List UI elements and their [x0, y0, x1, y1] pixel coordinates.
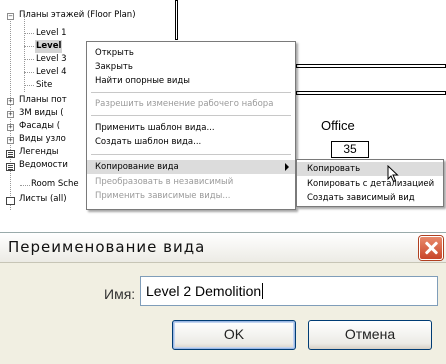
menu-item-label: Копировать с детализацией	[307, 179, 435, 189]
legend-icon	[6, 150, 15, 158]
menu-item-label: Разрешить изменение рабочего набора	[95, 99, 274, 109]
tree-item-label: Level 3	[36, 54, 67, 64]
tree-item-label: Планы этажей (Floor Plan)	[19, 10, 136, 20]
tree-item-label: Виды узло	[19, 134, 66, 144]
tree-item-label: 3M виды (	[19, 108, 64, 118]
dialog-title-bar[interactable]: Переименование вида	[0, 233, 446, 263]
expand-icon[interactable]: +	[7, 98, 14, 105]
menu-item-label: Найти опорные виды	[95, 76, 190, 86]
menu-item-create-view-template[interactable]: Создать шаблон вида...	[87, 135, 295, 149]
expand-icon[interactable]: +	[7, 124, 14, 131]
tree-item-label: Site	[36, 80, 53, 90]
tree-item-label: Листы (all)	[19, 194, 67, 204]
submenu-item-duplicate-with-detailing[interactable]: Копировать с детализацией	[297, 177, 443, 191]
expand-icon[interactable]: +	[7, 111, 14, 118]
menu-item-find-referring-views[interactable]: Найти опорные виды	[87, 74, 295, 88]
menu-item-label: Применить зависимые виды...	[95, 191, 231, 201]
tree-item-label-selected: Level	[35, 40, 63, 53]
tree-connector	[24, 46, 34, 47]
tree-connector	[24, 85, 34, 86]
submenu-arrow-icon	[285, 163, 289, 171]
menu-item-close[interactable]: Закрыть	[87, 60, 295, 74]
tree-item-label: Легенды	[19, 147, 59, 157]
mouse-cursor-icon	[387, 165, 399, 183]
duplicate-view-submenu: Копировать Копировать с детализацией Соз…	[296, 159, 444, 207]
cancel-button[interactable]: Отмена	[308, 320, 432, 350]
tree-item-label: Ведомости	[19, 160, 68, 170]
tree-connector	[24, 14, 25, 92]
tree-connector	[20, 185, 30, 186]
menu-item-label: Копировать	[307, 164, 361, 174]
menu-separator	[91, 154, 291, 155]
menu-item-apply-dependent-views: Применить зависимые виды...	[87, 189, 295, 203]
menu-separator	[91, 92, 291, 93]
menu-item-label: Открыть	[95, 48, 134, 58]
tree-connector	[24, 33, 34, 34]
dialog-title: Переименование вида	[8, 238, 206, 256]
ok-button[interactable]: OK	[172, 320, 296, 350]
tree-item-label: Room Sche	[31, 179, 79, 189]
tree-item-label: Фасады (	[19, 121, 61, 131]
menu-item-make-workset-editable: Разрешить изменение рабочего набора	[87, 97, 295, 111]
wall	[296, 91, 446, 95]
text-caret	[262, 283, 264, 299]
name-input[interactable]: Level 2 Demolition	[140, 276, 438, 306]
menu-item-label: Применить шаблон вида...	[95, 123, 215, 133]
menu-item-label: Создать шаблон вида...	[95, 137, 202, 147]
wall	[175, 0, 178, 40]
sheet-icon	[6, 197, 15, 205]
menu-item-label: Преобразовать в независимый	[95, 177, 234, 187]
submenu-item-duplicate[interactable]: Копировать	[297, 162, 443, 176]
name-label: Имя:	[104, 286, 136, 302]
menu-item-apply-view-template[interactable]: Применить шаблон вида...	[87, 121, 295, 135]
expand-icon[interactable]: +	[7, 137, 14, 144]
schedule-icon	[6, 163, 15, 171]
close-icon[interactable]	[419, 236, 443, 260]
context-menu: Открыть Закрыть Найти опорные виды Разре…	[86, 41, 296, 210]
tree-item-label: Планы пот	[19, 95, 67, 105]
menu-item-label: Создать зависимый вид	[307, 193, 415, 203]
menu-item-label: Копирование вида	[95, 162, 179, 172]
room-name-tag: Office	[321, 118, 355, 133]
rename-view-dialog: Переименование вида Имя: Level 2 Demolit…	[0, 232, 446, 364]
menu-item-label: Закрыть	[95, 62, 133, 72]
tree-connector	[24, 72, 34, 73]
tree-item-label: Level 4	[36, 67, 67, 77]
menu-item-duplicate-view[interactable]: Копирование вида	[87, 160, 295, 174]
tree-connector	[24, 59, 34, 60]
name-input-value: Level 2 Demolition	[146, 283, 262, 299]
collapse-icon[interactable]: −	[7, 13, 14, 20]
tree-item-label: Level 1	[36, 28, 67, 38]
room-number-tag: 35	[331, 141, 369, 158]
submenu-item-duplicate-as-dependent[interactable]: Создать зависимый вид	[297, 191, 443, 205]
menu-separator	[91, 115, 291, 116]
menu-item-convert-to-independent: Преобразовать в независимый	[87, 175, 295, 189]
menu-item-open[interactable]: Открыть	[87, 46, 295, 60]
wall	[296, 64, 446, 68]
